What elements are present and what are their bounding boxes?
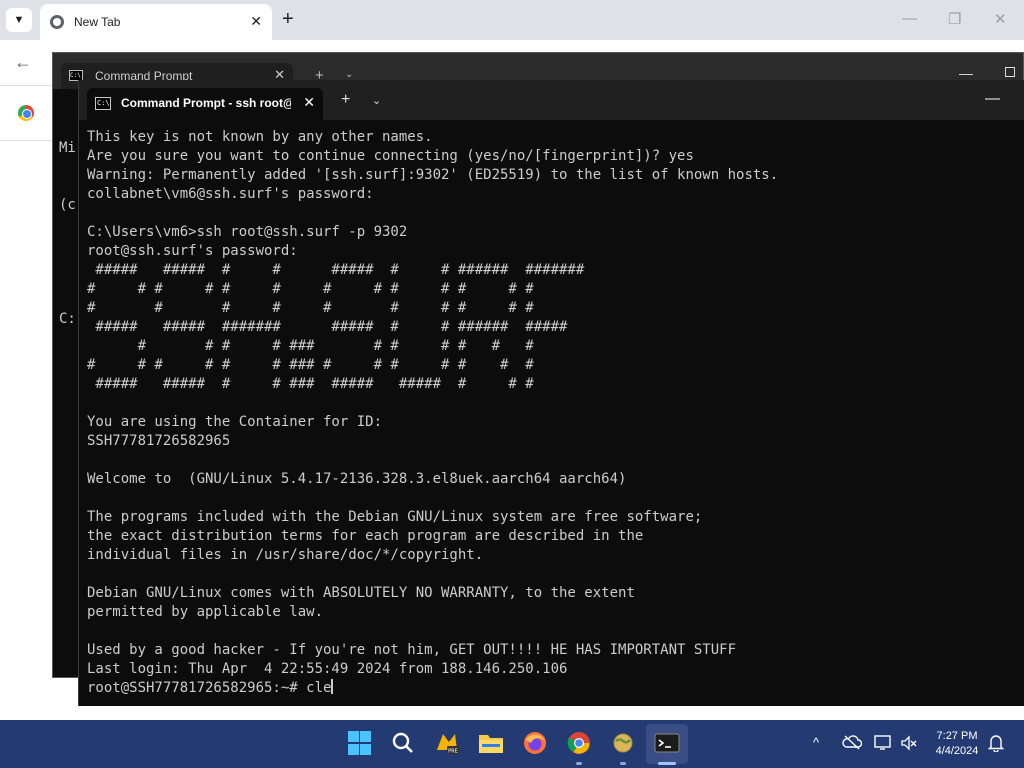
terminal-line: # # # # ### # # # # # # [87,338,534,354]
firefox-icon[interactable] [522,730,548,756]
chrome-tab-title: New Tab [74,15,121,29]
terminal-line: Debian GNU/Linux comes with ABSOLUTELY N… [87,585,635,601]
terminal-line: The programs included with the Debian GN… [87,509,703,525]
taskbar-clock[interactable]: 7:27 PM 4/4/2024 [922,729,992,759]
terminal-line: individual files in /usr/share/doc/*/cop… [87,547,484,563]
chrome-logo-icon[interactable] [18,105,34,121]
terminal-tab-ssh[interactable]: C:\ Command Prompt - ssh root@ ✕ [87,88,323,120]
chrome-restore-button[interactable]: ❐ [948,10,961,28]
terminal-line: Last login: Thu Apr 4 22:55:49 2024 from… [87,661,568,677]
notification-bell-icon[interactable] [987,734,1005,757]
chrome-close-button[interactable]: ✕ [994,10,1007,28]
command-prompt-icon: C:\ [95,97,111,110]
file-explorer-icon[interactable] [478,730,504,756]
chrome-tab-close-button[interactable]: ✕ [250,13,262,30]
onedrive-offline-icon[interactable] [842,734,863,752]
terminal-line: collabnet\vm6@ssh.surf's password: [87,186,374,202]
terminal-tab-strip: C:\ Command Prompt - ssh root@ ✕ + ⌄ — [79,80,1024,120]
network-icon[interactable] [874,734,894,752]
terminal-line: ##### ##### # # ##### # # ###### ####### [87,262,585,278]
terminal-line: ##### ##### ####### ##### # # ###### ###… [87,319,568,335]
terminal-line: the exact distribution terms for each pr… [87,528,644,544]
terminal-line: Are you sure you want to continue connec… [87,148,694,164]
new-tab-button[interactable]: + [282,8,294,31]
terminal-window[interactable]: C:\ Command Prompt - ssh root@ ✕ + ⌄ — T… [78,80,1024,706]
terminal-back-minimize-button[interactable]: — [959,65,973,81]
terminal-line: C:\Users\vm6>ssh root@ssh.surf -p 9302 [87,224,408,240]
terminal-line: Used by a good hacker - If you're not hi… [87,642,737,658]
search-icon[interactable] [390,730,416,756]
terminal-prompt-line[interactable]: root@SSH77781726582965:~# cle [87,679,778,698]
tab-search-button[interactable]: ▼ [6,8,32,32]
terminal-typed-input[interactable]: cle [306,680,331,696]
app-pre-icon[interactable]: PRE [434,730,460,756]
terminal-tab-close-button[interactable]: ✕ [303,94,315,111]
divider [0,140,52,141]
show-hidden-icons-button[interactable]: ^ [813,735,819,750]
terminal-line: This key is not known by any other names… [87,129,433,145]
terminal-icon[interactable] [654,730,680,756]
windows-start-icon[interactable] [346,730,372,756]
volume-muted-icon[interactable] [900,734,920,752]
terminal-line: SSH77781726582965 [87,433,231,449]
chevron-down-icon: ▼ [13,14,25,26]
terminal-prompt: root@SSH77781726582965:~# [87,680,307,696]
terminal-line: root@ssh.surf's password: [87,243,298,259]
chrome-favicon-icon [50,15,64,29]
taskbar [0,720,1024,768]
terminal-tab-title: Command Prompt - ssh root@ [121,96,291,110]
terminal-dropdown-button[interactable]: ⌄ [372,94,381,107]
svg-text:PRE: PRE [448,749,458,755]
chrome-tab-strip: ▼ New Tab ✕ + — ❐ ✕ [0,0,1024,40]
terminal-line: # # # # # # # # # # [87,300,534,316]
running-indicator [576,762,582,765]
text-cursor [331,679,334,694]
terminal-line: Welcome to (GNU/Linux 5.4.17-2136.328.3.… [87,471,627,487]
terminal-line: ##### ##### # # ### ##### ##### # # # [87,376,534,392]
terminal-line: You are using the Container for ID: [87,414,383,430]
chrome-minimize-button[interactable]: — [902,10,917,27]
terminal-dropdown-button[interactable]: ⌄ [345,69,353,80]
globe-app-icon[interactable] [610,730,636,756]
terminal-output[interactable]: This key is not known by any other names… [87,128,778,698]
clock-date: 4/4/2024 [935,745,979,757]
back-button[interactable]: ← [14,52,32,73]
clock-time: 7:27 PM [936,730,978,742]
chrome-tab-new-tab[interactable]: New Tab ✕ [40,4,272,40]
terminal-minimize-button[interactable]: — [985,90,1000,107]
terminal-line: Warning: Permanently added '[ssh.surf]:9… [87,167,779,183]
terminal-back-maximize-button[interactable] [1005,67,1015,77]
running-indicator-active [658,762,676,765]
new-terminal-tab-button[interactable]: + [341,91,350,109]
chrome-icon[interactable] [566,730,592,756]
terminal-line: # # # # # # ### # # # # # # # [87,357,534,373]
terminal-line: # # # # # # # # # # # # # [87,281,534,297]
terminal-line: permitted by applicable law. [87,604,324,620]
running-indicator [620,762,626,765]
